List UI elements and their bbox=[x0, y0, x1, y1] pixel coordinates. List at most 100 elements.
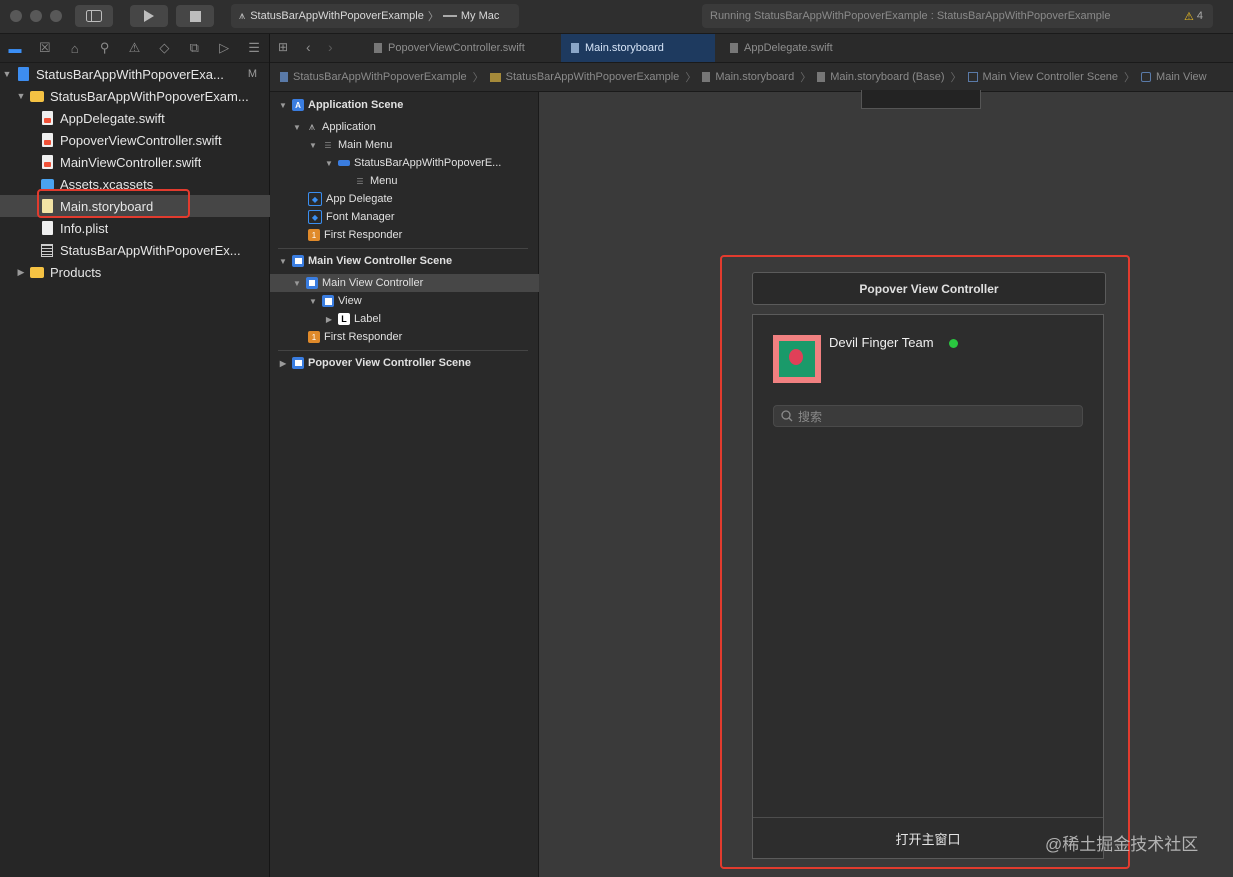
outline-application[interactable]: ▼ ⩚ Application bbox=[270, 118, 560, 136]
swift-file-icon bbox=[40, 133, 54, 147]
entitlements-file-icon bbox=[40, 243, 54, 257]
close-window-button[interactable] bbox=[10, 10, 22, 22]
disclosure-closed-icon[interactable]: ▶ bbox=[16, 267, 26, 278]
minimize-window-button[interactable] bbox=[30, 10, 42, 22]
grid-icon[interactable]: ⊞ bbox=[278, 40, 288, 54]
outline-divider bbox=[278, 248, 528, 249]
disclosure-open-icon[interactable]: ▼ bbox=[278, 257, 288, 266]
nav-item-infoplist[interactable]: Info.plist M bbox=[0, 217, 305, 239]
sidebar-toggle-button[interactable] bbox=[75, 5, 113, 27]
outline-main-vc-scene[interactable]: ▼ Main View Controller Scene bbox=[270, 252, 546, 270]
outline-label: Font Manager bbox=[326, 211, 395, 223]
outline-main-menu[interactable]: ▼ ☰ Main Menu bbox=[270, 136, 576, 154]
disclosure-open-icon[interactable]: ▼ bbox=[308, 297, 318, 306]
breadcrumb-view[interactable]: Main View bbox=[1141, 71, 1207, 83]
disclosure-open-icon[interactable]: ▼ bbox=[292, 279, 302, 288]
forward-chevron-icon[interactable]: › bbox=[328, 39, 333, 55]
disclosure-open-icon[interactable]: ▼ bbox=[2, 69, 12, 79]
tab-popover-vc[interactable]: PopoverViewController.swift bbox=[364, 34, 564, 62]
report-navigator-icon[interactable]: ☰ bbox=[239, 40, 269, 56]
scheme-selector[interactable]: ⩚ StatusBarAppWithPopoverExample 〉 My Ma… bbox=[231, 4, 519, 28]
breadcrumb-separator: 〉 bbox=[685, 72, 697, 84]
outline-main-vc[interactable]: ▼ Main View Controller bbox=[270, 274, 560, 292]
breadcrumb-folder[interactable]: StatusBarAppWithPopoverExample bbox=[489, 71, 679, 83]
back-chevron-icon[interactable]: ‹ bbox=[306, 39, 311, 55]
folder-icon bbox=[30, 265, 44, 279]
outline-label: Menu bbox=[370, 175, 398, 187]
breadcrumb-storyboard[interactable]: Main.storyboard bbox=[702, 71, 794, 83]
outline-app-delegate[interactable]: ◆ App Delegate bbox=[270, 190, 572, 208]
stop-button[interactable] bbox=[176, 5, 214, 27]
outline-application-scene[interactable]: ▼ A Application Scene bbox=[270, 96, 546, 114]
storyboard-canvas[interactable]: Popover View Controller Devil Finger Tea… bbox=[539, 90, 1233, 877]
nav-item-project[interactable]: ▼ StatusBarAppWithPopoverExa... M bbox=[0, 63, 271, 85]
outline-first-responder-2[interactable]: 1 First Responder bbox=[270, 328, 572, 346]
run-button[interactable] bbox=[130, 5, 168, 27]
outline-label: First Responder bbox=[324, 229, 403, 241]
nav-item-products[interactable]: ▶ Products bbox=[0, 261, 285, 283]
nav-label: Products bbox=[50, 264, 102, 280]
outline-label: Application Scene bbox=[308, 99, 404, 111]
watermark: @稀土掘金技术社区 bbox=[1045, 835, 1199, 854]
disclosure-open-icon[interactable]: ▼ bbox=[292, 123, 302, 132]
disclosure-closed-icon[interactable]: ▶ bbox=[324, 315, 334, 324]
nav-item-mainvc[interactable]: MainViewController.swift ? bbox=[0, 151, 305, 173]
tab-label: PopoverViewController.swift bbox=[388, 42, 525, 54]
breadcrumb-label: Main View bbox=[1156, 71, 1207, 83]
outline-first-responder[interactable]: 1 First Responder bbox=[270, 226, 572, 244]
breadcrumb-scene[interactable]: Main View Controller Scene bbox=[967, 71, 1118, 83]
disclosure-open-icon[interactable]: ▼ bbox=[16, 91, 26, 101]
breakpoint-navigator-icon[interactable]: ▷ bbox=[209, 40, 239, 56]
menu-item-icon bbox=[338, 160, 350, 166]
navigator-tabs: ▬ ☒ ⌂ ⚲ ⚠ ◇ ⧉ ▷ ☰ bbox=[0, 34, 269, 63]
sidebar-icon bbox=[86, 10, 102, 22]
breadcrumb-storyboard-base[interactable]: Main.storyboard (Base) bbox=[817, 71, 945, 83]
nav-item-appdelegate[interactable]: AppDelegate.swift A bbox=[0, 107, 305, 129]
symbol-navigator-icon[interactable]: ⌂ bbox=[60, 41, 90, 56]
warning-icon[interactable]: ⚠ bbox=[1184, 10, 1194, 23]
nav-item-popovervc[interactable]: PopoverViewController.swift A bbox=[0, 129, 305, 151]
outline-label: Label bbox=[354, 313, 381, 325]
zoom-window-button[interactable] bbox=[50, 10, 62, 22]
tab-main-storyboard[interactable]: Main.storyboard bbox=[561, 34, 715, 62]
outline-popover-vc-scene[interactable]: ▶ Popover View Controller Scene bbox=[270, 354, 546, 372]
debug-navigator-icon[interactable]: ⧉ bbox=[179, 40, 209, 56]
outline-view[interactable]: ▼ View bbox=[270, 292, 576, 310]
scene-icon bbox=[292, 255, 304, 267]
nav-label: AppDelegate.swift bbox=[60, 110, 165, 126]
first-responder-icon: 1 bbox=[308, 331, 320, 343]
breadcrumb-project[interactable]: StatusBarAppWithPopoverExample bbox=[280, 71, 467, 83]
menu-scene-fragment[interactable] bbox=[861, 90, 981, 109]
breadcrumb-label: StatusBarAppWithPopoverExample bbox=[293, 71, 467, 83]
breadcrumb-separator: 〉 bbox=[472, 72, 484, 84]
plist-file-icon bbox=[40, 221, 54, 235]
app-scene-icon: A bbox=[292, 99, 304, 111]
issue-navigator-icon[interactable]: ⚠ bbox=[120, 40, 150, 56]
view-controller-icon bbox=[306, 277, 318, 289]
outline-label: Main View Controller bbox=[322, 277, 424, 289]
project-icon bbox=[16, 67, 30, 81]
source-control-icon[interactable]: ☒ bbox=[30, 40, 60, 56]
disclosure-open-icon[interactable]: ▼ bbox=[324, 159, 334, 168]
activity-status: Running StatusBarAppWithPopoverExample :… bbox=[702, 4, 1213, 28]
nav-label: StatusBarAppWithPopoverEx... bbox=[60, 242, 241, 258]
nav-item-group[interactable]: ▼ StatusBarAppWithPopoverExam... bbox=[0, 85, 285, 107]
outline-font-manager[interactable]: ◆ Font Manager bbox=[270, 208, 572, 226]
status-text: Running StatusBarAppWithPopoverExample :… bbox=[710, 10, 1111, 22]
warning-count[interactable]: 4 bbox=[1197, 10, 1203, 22]
view-icon bbox=[322, 295, 334, 307]
nav-label: StatusBarAppWithPopoverExa... bbox=[36, 66, 224, 82]
breadcrumb-separator: 〉 bbox=[950, 72, 962, 84]
find-navigator-icon[interactable]: ⚲ bbox=[90, 40, 120, 56]
outline-label: StatusBarAppWithPopoverE... bbox=[354, 157, 502, 169]
tab-appdelegate[interactable]: AppDelegate.swift bbox=[720, 34, 880, 62]
nav-item-entitlements[interactable]: StatusBarAppWithPopoverEx... bbox=[0, 239, 305, 261]
annotation-highlight bbox=[720, 255, 1130, 869]
project-navigator-icon[interactable]: ▬ bbox=[0, 41, 30, 56]
outline-label: Main View Controller Scene bbox=[308, 255, 453, 267]
disclosure-open-icon[interactable]: ▼ bbox=[278, 101, 288, 110]
test-navigator-icon[interactable]: ◇ bbox=[149, 40, 179, 56]
disclosure-closed-icon[interactable]: ▶ bbox=[278, 359, 288, 368]
storyboard-file-icon bbox=[702, 72, 711, 82]
disclosure-open-icon[interactable]: ▼ bbox=[308, 141, 318, 150]
